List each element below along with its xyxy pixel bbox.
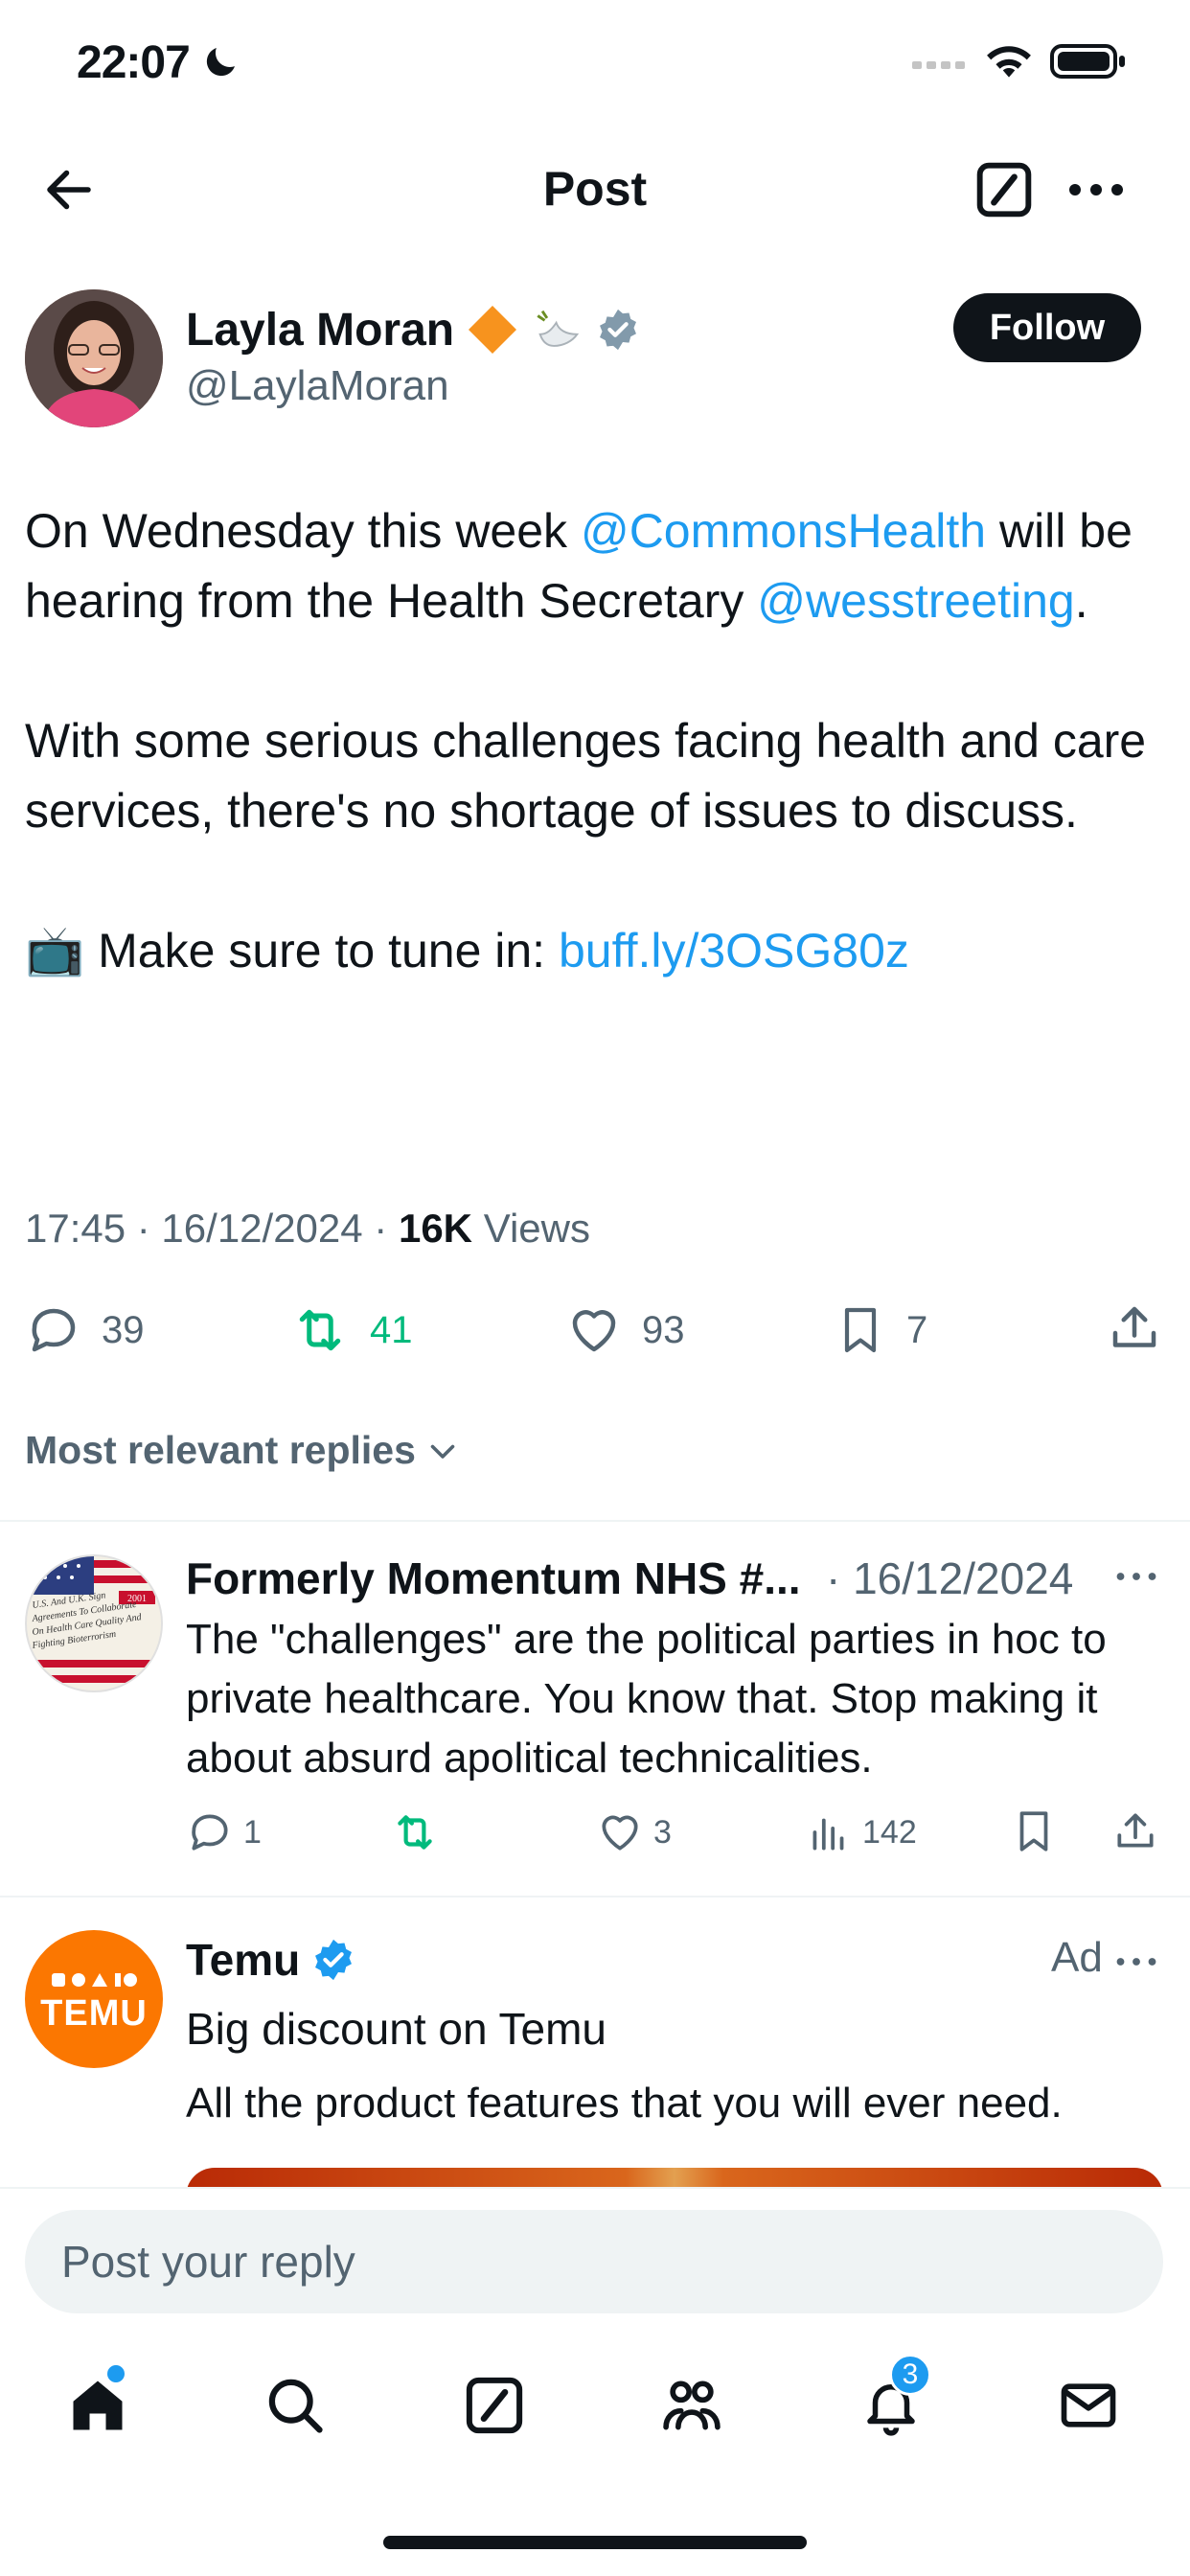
signal-icon (912, 61, 965, 69)
divider (0, 1896, 1190, 1898)
post-paragraph: With some serious challenges facing heal… (25, 714, 1147, 838)
status-time: 22:07 (77, 36, 240, 89)
reply-views-action[interactable]: 142 (805, 1802, 917, 1863)
reply-share-icon[interactable] (1111, 1807, 1159, 1855)
ad-label: Ad (1051, 1934, 1103, 1981)
ad-author-row[interactable]: Temu (186, 1934, 355, 1986)
external-link[interactable]: buff.ly/3OSG80z (559, 924, 909, 978)
reply-views-count: 142 (862, 1813, 917, 1851)
ad-author-name[interactable]: Temu (186, 1934, 300, 1986)
post-body: On Wednesday this week @CommonsHealth wi… (25, 496, 1165, 986)
ad-body: All the product features that you will e… (186, 2080, 1063, 2127)
avatar[interactable] (25, 289, 163, 427)
post-text: . (1074, 574, 1088, 628)
orange-diamond-icon (469, 306, 517, 354)
post-paragraph: 📺 Make sure to tune in: buff.ly/3OSG80z (25, 916, 1165, 986)
reply-input[interactable] (25, 2210, 1163, 2313)
dove-icon (537, 310, 580, 347)
tab-home[interactable] (50, 2358, 146, 2453)
tab-bar: 3 (0, 2354, 1190, 2453)
temu-logo-icon (52, 1973, 137, 1987)
bookmark-action[interactable]: 7 (834, 1292, 927, 1368)
status-indicators (912, 42, 1127, 80)
notifications-badge: 3 (889, 2354, 931, 2396)
divider (0, 1520, 1190, 1522)
views-label: Views (472, 1206, 590, 1251)
tab-search[interactable] (247, 2358, 343, 2453)
reply-date: · 16/12/2024 (826, 1553, 1074, 1603)
ad-more-icon[interactable] (1113, 1947, 1159, 1976)
mention-link[interactable]: @CommonsHealth (581, 504, 986, 558)
views-count[interactable]: 16K (399, 1206, 472, 1251)
tv-emoji-icon: 📺 (25, 924, 85, 978)
mail-icon (1061, 2383, 1116, 2427)
chevron-down-icon (430, 1444, 455, 1459)
verified-badge-icon (315, 1939, 353, 1981)
temu-avatar[interactable]: TEMU (25, 1930, 163, 2068)
tab-grok[interactable] (446, 2358, 542, 2453)
temu-logo-text: TEMU (40, 1993, 148, 2034)
reply-like-action[interactable]: 3 (596, 1802, 672, 1863)
reply-count: 39 (102, 1308, 145, 1351)
home-indicator (383, 2536, 807, 2549)
reply-author-name[interactable]: Formerly Momentum NHS #... (186, 1552, 801, 1604)
bookmark-count: 7 (906, 1308, 928, 1351)
reply-text: The "challenges" are the political parti… (186, 1616, 1107, 1782)
grok-icon (466, 2377, 523, 2434)
post-meta: 17:45 · 16/12/2024 · 16K Views (25, 1206, 590, 1252)
reply-action[interactable]: 39 (25, 1292, 145, 1368)
share-icon[interactable] (1106, 1300, 1163, 1357)
author-handle[interactable]: @LaylaMoran (186, 362, 449, 410)
search-icon (268, 2379, 323, 2433)
reply-reply-count: 1 (243, 1813, 262, 1851)
battery-icon (1050, 44, 1125, 79)
author-name-row[interactable]: Layla Moran (186, 301, 640, 358)
repost-count: 41 (370, 1308, 413, 1351)
tab-notifications[interactable]: 3 (843, 2354, 939, 2453)
replies-sort-label: Most relevant replies (25, 1428, 416, 1472)
post-timestamp: 17:45 · 16/12/2024 · (25, 1206, 399, 1251)
more-icon[interactable] (1065, 169, 1127, 211)
repost-icon (299, 1309, 341, 1351)
tab-messages[interactable] (1041, 2358, 1136, 2453)
verified-badge-icon (600, 309, 637, 351)
reply-reply-action[interactable]: 1 (186, 1802, 262, 1863)
bookmark-icon (844, 1307, 877, 1353)
reply-like-count: 3 (653, 1813, 672, 1851)
reply-icon (32, 1308, 76, 1352)
author-name[interactable]: Layla Moran (186, 304, 454, 356)
compose-icon[interactable] (973, 159, 1035, 220)
follow-button[interactable]: Follow (953, 293, 1141, 362)
home-icon (73, 2380, 123, 2430)
reply-repost-action[interactable] (389, 1802, 450, 1863)
reply-avatar[interactable]: 2001 U.S. And U.K. Sign Agreements To Co… (25, 1554, 163, 1692)
communities-icon (663, 2380, 721, 2430)
replies-sort-dropdown[interactable]: Most relevant replies (25, 1428, 460, 1473)
wifi-icon (987, 46, 1031, 78)
post-text: Make sure to tune in: (84, 924, 559, 978)
ad-title: Big discount on Temu (186, 2004, 606, 2054)
like-count: 93 (642, 1308, 685, 1351)
heart-icon (602, 1815, 638, 1851)
moon-icon (206, 48, 236, 77)
mention-link[interactable]: @wesstreeting (757, 574, 1074, 628)
post-paragraph: On Wednesday this week @CommonsHealth wi… (25, 496, 1165, 636)
post-text: On Wednesday this week (25, 504, 581, 558)
tab-communities[interactable] (644, 2358, 740, 2453)
heart-icon (572, 1310, 616, 1352)
reply-more-icon[interactable] (1113, 1562, 1159, 1591)
reply-bookmark-icon[interactable] (1010, 1807, 1058, 1855)
reply-icon (192, 1814, 228, 1851)
repost-icon (398, 1815, 432, 1850)
like-action[interactable]: 93 (565, 1292, 685, 1368)
analytics-icon (812, 1818, 844, 1851)
repost-action[interactable]: 41 (289, 1292, 413, 1368)
